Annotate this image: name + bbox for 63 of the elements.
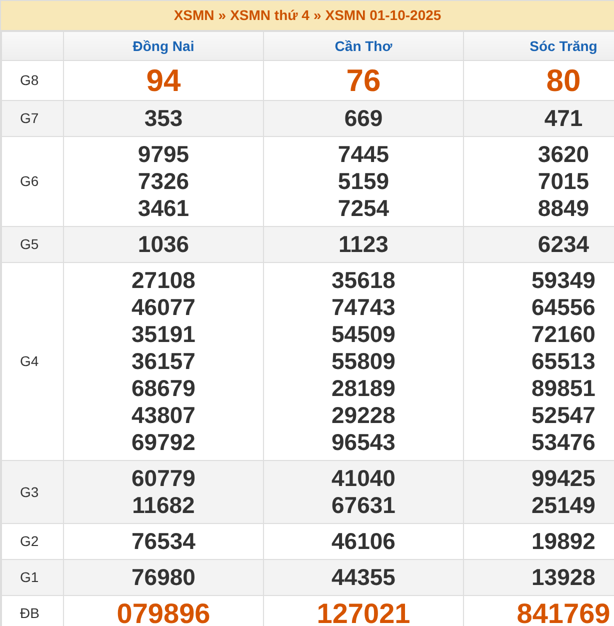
result-number: 669 (343, 105, 384, 132)
result-number: 54509 (330, 321, 396, 348)
result-number: 46106 (330, 528, 396, 555)
result-number: 35191 (130, 321, 196, 348)
result-number: 43807 (130, 402, 196, 429)
result-number: 7445 (336, 141, 390, 168)
breadcrumb-link[interactable]: XSMN thứ 4 (230, 5, 310, 26)
column-header: Đồng Nai (64, 32, 264, 60)
result-number: 3620 (536, 141, 590, 168)
result-number: 25149 (530, 492, 596, 519)
breadcrumb-separator: » (218, 6, 226, 25)
result-number: 94 (145, 65, 182, 96)
result-number: 9795 (136, 141, 190, 168)
result-number: 27108 (130, 267, 196, 294)
result-number: 1123 (338, 231, 390, 258)
result-number: 471 (543, 105, 584, 132)
result-number: 68679 (130, 375, 196, 402)
result-number: 64556 (530, 294, 596, 321)
result-number: 5159 (336, 168, 390, 195)
result-number: 65513 (530, 348, 596, 375)
result-number: 353 (143, 105, 184, 132)
result-number: 19892 (530, 528, 596, 555)
prize-label: G4 (2, 262, 64, 460)
prize-label: ĐB (2, 596, 64, 626)
result-number: 69792 (130, 429, 196, 456)
result-number: 89851 (530, 375, 596, 402)
breadcrumb-separator: » (313, 6, 322, 25)
result-number: 41040 (330, 465, 396, 492)
result-number: 76980 (130, 564, 196, 591)
result-number: 96543 (330, 429, 396, 456)
result-number: 46077 (130, 294, 196, 321)
result-number: 74743 (330, 294, 396, 321)
result-number: 7015 (536, 168, 590, 195)
result-number: 36157 (130, 348, 196, 375)
breadcrumb-link[interactable]: XSMN 01-10-2025 (325, 5, 442, 26)
result-number: 35618 (330, 267, 396, 294)
result-number: 67631 (330, 492, 396, 519)
column-header: Cần Thơ (264, 32, 464, 60)
result-number: 8849 (536, 195, 590, 222)
result-number: 72160 (530, 321, 596, 348)
result-number: 80 (545, 65, 582, 96)
result-number: 59349 (530, 267, 596, 294)
result-number: 7326 (136, 168, 190, 195)
result-number: 44355 (330, 564, 396, 591)
result-number: 76534 (130, 528, 196, 555)
result-number: 7254 (336, 195, 390, 222)
result-number: 99425 (530, 465, 596, 492)
result-number: 53476 (530, 429, 596, 456)
result-number: 3461 (136, 195, 190, 222)
result-number: 079896 (116, 600, 212, 626)
result-number: 76 (345, 65, 382, 96)
result-number: 29228 (330, 402, 396, 429)
result-number: 28189 (330, 375, 396, 402)
result-number: 11682 (131, 492, 196, 519)
result-number: 55809 (330, 348, 396, 375)
result-number: 1036 (136, 231, 190, 258)
result-number: 841769 (516, 600, 612, 626)
result-number: 6234 (536, 231, 590, 258)
result-number: 52547 (530, 402, 596, 429)
result-number: 127021 (316, 600, 412, 626)
result-number: 60779 (130, 465, 196, 492)
breadcrumb-link[interactable]: XSMN (174, 5, 214, 26)
result-number: 13928 (530, 564, 596, 591)
